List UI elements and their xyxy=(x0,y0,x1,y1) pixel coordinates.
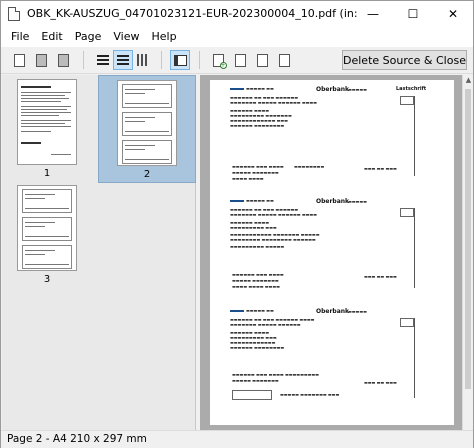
scrollbar-thumb[interactable] xyxy=(465,89,471,389)
new-document-button[interactable] xyxy=(9,50,29,70)
copy-page-icon xyxy=(234,53,246,67)
panel-icon xyxy=(173,54,187,66)
statement-block: ▬▬▬▬▬ ▬▬ Oberbank ▬▬▬▬▬ ▬▬▬▬▬▬ ▬▬ ▬▬▬ ▬▬… xyxy=(224,308,440,408)
toolbar-separator xyxy=(83,51,84,69)
thumbnail-page-3[interactable]: 3 xyxy=(16,185,78,287)
open-document-button[interactable] xyxy=(31,50,51,70)
open-document-icon xyxy=(35,53,47,67)
save-button[interactable] xyxy=(53,50,73,70)
page-preview-area[interactable]: ▬▬▬▬▬ ▬▬ Oberbank ▬▬▬▬▬ Lastschrift ▬▬▬▬… xyxy=(200,75,462,430)
close-button[interactable]: ✕ xyxy=(433,1,473,27)
thumbnail-number: 3 xyxy=(43,274,51,285)
thumbnail-number: 2 xyxy=(143,169,151,180)
toolbar-separator xyxy=(161,51,162,69)
delete-source-close-button[interactable]: Delete Source & Close xyxy=(342,50,467,70)
statement-block: ▬▬▬▬▬ ▬▬ Oberbank ▬▬▬▬▬ Lastschrift ▬▬▬▬… xyxy=(230,86,427,181)
thumbnail-panel[interactable]: 1 2 3 xyxy=(2,75,196,430)
bank-name: Oberbank xyxy=(316,198,350,205)
toolbar-separator xyxy=(199,51,200,69)
page-thumbnail-image xyxy=(17,185,77,271)
bank-name: Oberbank xyxy=(316,308,350,315)
insert-page-icon: + xyxy=(212,53,227,69)
menu-bar: File Edit Page View Help xyxy=(1,27,473,47)
status-text: Page 2 - A4 210 x 297 mm xyxy=(7,433,147,445)
menu-page[interactable]: Page xyxy=(69,27,108,47)
statement-block: ▬▬▬▬▬ ▬▬ Oberbank ▬▬▬▬▬ ▬▬▬▬▬▬ ▬▬ ▬▬▬ ▬▬… xyxy=(224,198,440,298)
maximize-button[interactable]: ☐ xyxy=(393,1,433,27)
minimize-button[interactable]: — xyxy=(353,1,393,27)
title-bar[interactable]: OBK_KK-AUSZUG_04701023121-EUR-202300004_… xyxy=(1,1,473,27)
bank-name: Oberbank xyxy=(316,86,350,93)
page-preview: ▬▬▬▬▬ ▬▬ Oberbank ▬▬▬▬▬ Lastschrift ▬▬▬▬… xyxy=(210,80,454,425)
thumbnail-panel-toggle[interactable] xyxy=(170,50,190,70)
thumbnail-number: 1 xyxy=(43,168,51,179)
window-title: OBK_KK-AUSZUG_04701023121-EUR-202300004_… xyxy=(27,7,357,20)
statement-heading: Lastschrift xyxy=(396,86,427,92)
detail-view-icon xyxy=(117,54,129,66)
vertical-scrollbar[interactable]: ▲ xyxy=(462,75,473,430)
menu-file[interactable]: File xyxy=(5,27,35,47)
duplicate-page-button[interactable] xyxy=(252,50,272,70)
grid-view-button[interactable] xyxy=(133,50,153,70)
copy-page-button[interactable] xyxy=(230,50,250,70)
status-bar: Page 2 - A4 210 x 297 mm xyxy=(1,430,473,448)
list-view-icon xyxy=(97,54,109,66)
new-document-icon xyxy=(13,53,25,67)
insert-page-button[interactable]: + xyxy=(208,50,228,70)
page-thumbnail-image xyxy=(117,80,177,166)
rotate-page-icon xyxy=(278,53,290,67)
document-app-icon xyxy=(8,7,20,21)
rotate-page-button[interactable] xyxy=(274,50,294,70)
save-icon xyxy=(57,53,69,67)
menu-help[interactable]: Help xyxy=(145,27,182,47)
menu-view[interactable]: View xyxy=(107,27,145,47)
thumbnail-page-1[interactable]: 1 xyxy=(16,79,78,179)
scroll-up-icon[interactable]: ▲ xyxy=(463,75,474,86)
grid-view-icon xyxy=(137,54,149,66)
detail-view-button[interactable] xyxy=(113,50,133,70)
duplicate-page-icon xyxy=(256,53,268,67)
app-window: OBK_KK-AUSZUG_04701023121-EUR-202300004_… xyxy=(0,0,474,448)
thumbnail-page-2[interactable]: 2 xyxy=(98,75,196,183)
menu-edit[interactable]: Edit xyxy=(35,27,68,47)
page-thumbnail-image xyxy=(17,79,77,165)
list-view-button[interactable] xyxy=(93,50,113,70)
